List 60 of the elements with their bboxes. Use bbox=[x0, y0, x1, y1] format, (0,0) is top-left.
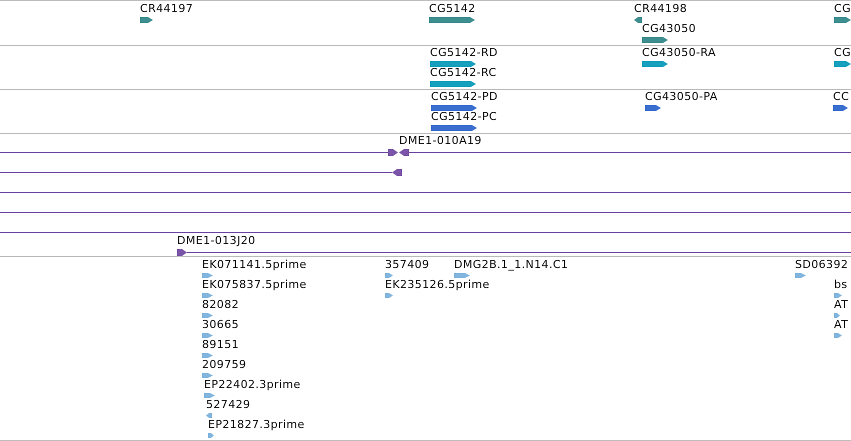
feature-arrow[interactable] bbox=[834, 61, 851, 67]
feature-label: EK235126.5prime bbox=[385, 278, 490, 291]
feature-label: CG43050-PA bbox=[645, 90, 718, 103]
feature-label: AT bbox=[834, 318, 848, 331]
feature-arrow[interactable] bbox=[202, 273, 213, 278]
feature-arrow[interactable] bbox=[430, 81, 476, 87]
feature-label: CR44198 bbox=[634, 2, 688, 15]
feature-label: CG43050 bbox=[642, 22, 696, 35]
feature-arrow[interactable] bbox=[385, 293, 393, 298]
feature-arrow[interactable] bbox=[634, 17, 642, 23]
feature-label: bs bbox=[834, 278, 848, 291]
feature-arrow[interactable] bbox=[645, 105, 661, 111]
feature-arrow[interactable] bbox=[206, 413, 212, 418]
clone-label: DME1-013J20 bbox=[177, 234, 256, 247]
feature-arrow[interactable] bbox=[429, 17, 475, 23]
feature-label: CG43050-RA bbox=[642, 46, 716, 59]
feature-label: CG bbox=[834, 46, 851, 59]
feature-arrow[interactable] bbox=[430, 61, 476, 67]
feature-label: 82082 bbox=[202, 298, 239, 311]
feature-arrow[interactable] bbox=[834, 333, 842, 338]
feature-label: CR44197 bbox=[140, 2, 194, 15]
feature-arrow[interactable] bbox=[833, 105, 848, 111]
feature-arrow[interactable] bbox=[834, 313, 840, 318]
feature-label: SD06392 bbox=[795, 258, 848, 271]
clone-label: DME1-010A19 bbox=[399, 134, 482, 147]
feature-arrow[interactable] bbox=[431, 105, 477, 111]
feature-label: CG bbox=[834, 2, 851, 15]
feature-arrow[interactable] bbox=[431, 125, 477, 131]
feature-arrow[interactable] bbox=[642, 61, 668, 67]
feature-label: CG5142-PD bbox=[431, 90, 498, 103]
feature-arrow[interactable] bbox=[202, 293, 213, 298]
feature-label: 89151 bbox=[202, 338, 239, 351]
feature-arrow[interactable] bbox=[202, 313, 213, 318]
feature-arrow[interactable] bbox=[202, 353, 213, 358]
feature-arrow[interactable] bbox=[834, 17, 851, 23]
feature-arrow[interactable] bbox=[795, 273, 806, 278]
feature-label: CG5142 bbox=[429, 2, 476, 15]
feature-label: 209759 bbox=[202, 358, 246, 371]
feature-arrow[interactable] bbox=[208, 433, 214, 438]
feature-arrow[interactable] bbox=[202, 333, 213, 338]
feature-label: EP22402.3prime bbox=[204, 378, 301, 391]
feature-label: DMG2B.1_1.N14.C1 bbox=[454, 258, 568, 271]
feature-arrow[interactable] bbox=[454, 273, 470, 278]
feature-label: EK071141.5prime bbox=[202, 258, 307, 271]
feature-arrow[interactable] bbox=[140, 17, 153, 23]
feature-label: 30665 bbox=[202, 318, 239, 331]
feature-label: CC bbox=[833, 90, 850, 103]
feature-arrow[interactable] bbox=[642, 37, 668, 43]
feature-label: CG5142-RC bbox=[430, 66, 497, 79]
feature-label: CG5142-PC bbox=[431, 110, 498, 123]
feature-arrow[interactable] bbox=[385, 273, 393, 278]
feature-arrow[interactable] bbox=[202, 373, 213, 378]
feature-label: CG5142-RD bbox=[430, 46, 498, 59]
feature-label: 357409 bbox=[385, 258, 430, 271]
feature-arrow[interactable] bbox=[204, 393, 215, 398]
feature-label: AT bbox=[834, 298, 848, 311]
feature-arrow[interactable] bbox=[834, 293, 842, 298]
feature-label: 527429 bbox=[206, 398, 250, 411]
feature-label: EP21827.3prime bbox=[208, 418, 305, 431]
feature-label: EK075837.5prime bbox=[202, 278, 307, 291]
